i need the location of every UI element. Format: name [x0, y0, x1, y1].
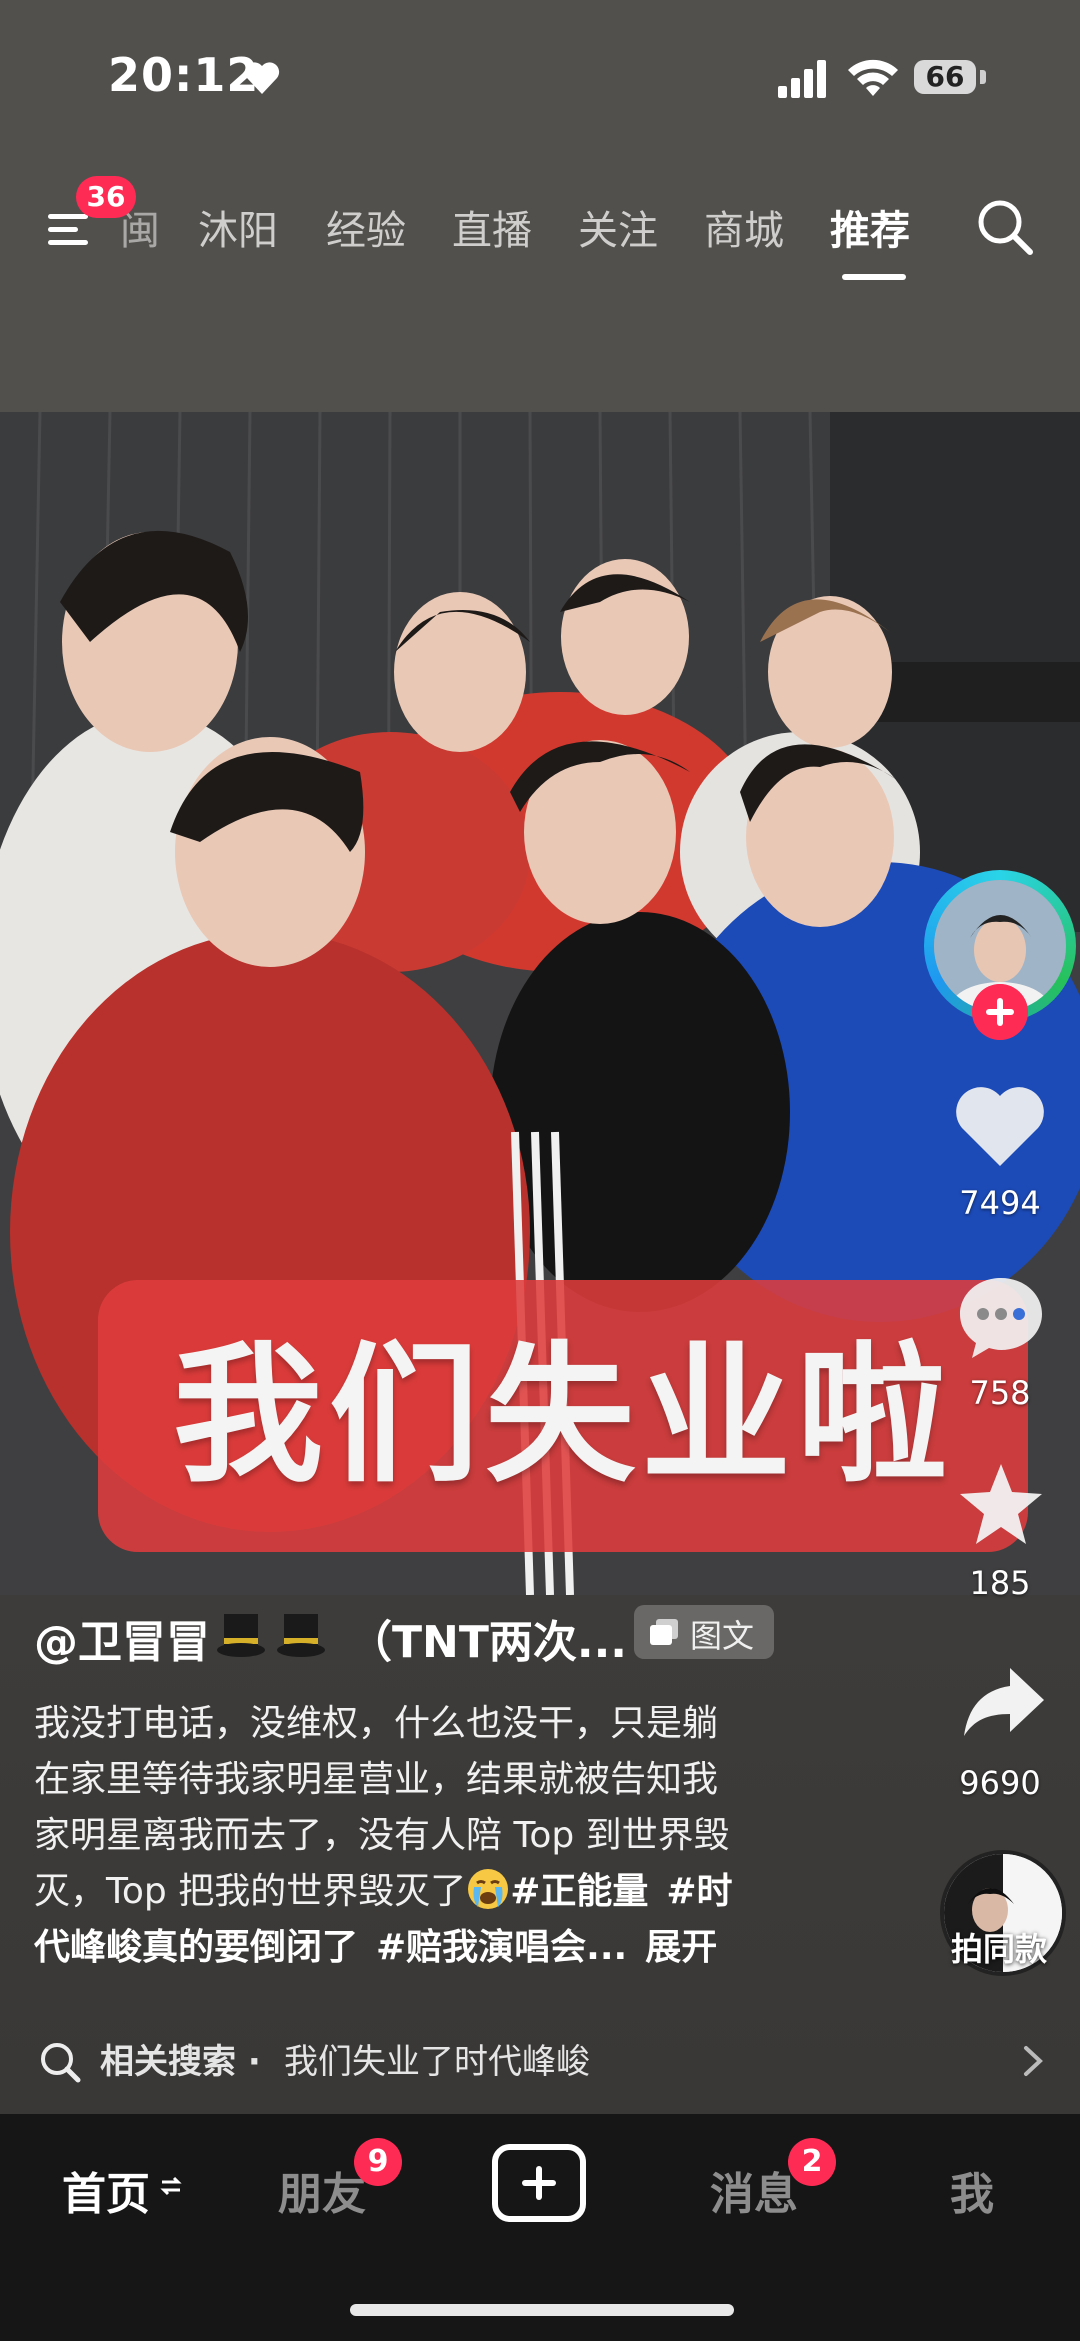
related-separator: · [247, 2042, 261, 2082]
related-search-query: 我们失业了时代峰峻 [284, 2042, 590, 2082]
gallery-icon [650, 1619, 678, 1645]
tab-recommended[interactable]: 推荐 [830, 198, 910, 256]
heart-icon [244, 62, 280, 94]
tab-following[interactable]: 关注 [578, 198, 658, 256]
description-line-5: 代峰峻真的要倒闭了 #赔我演唱会... 展开 [34, 1920, 834, 1976]
overlay-banner: 我们失业啦 [98, 1280, 1028, 1552]
post-photo[interactable]: 我们失业啦 [0, 412, 1080, 1595]
description-text: 灭，Top 把我的世界毁灭了 [34, 1871, 467, 1912]
swap-arrows-icon[interactable] [160, 2174, 182, 2198]
tab-muyang[interactable]: 沐阳 [198, 198, 278, 256]
battery-tip [980, 70, 986, 84]
cellular-signal-icon [778, 60, 826, 98]
search-icon [41, 2043, 81, 2083]
related-search-label: 相关搜索 · [100, 2034, 261, 2083]
search-icon[interactable] [974, 196, 1036, 258]
description-line: 家明星离我而去了，没有人陪 Top 到世界毁 [34, 1815, 730, 1856]
favorite-count: 185 [969, 1564, 1031, 1602]
tab-experience[interactable]: 经验 [326, 198, 406, 256]
battery-indicator: 66 [914, 60, 976, 94]
like-count: 7494 [959, 1184, 1041, 1222]
make-same-label[interactable]: 拍同款 [940, 1924, 1058, 1970]
status-bar: 20:12 66 [0, 40, 1080, 120]
image-text-badge: 图文 [634, 1605, 774, 1659]
menu-badge: 36 [76, 176, 136, 218]
description-line-4: 灭，Top 把我的世界毁灭了 #正能量 #时 [34, 1864, 834, 1920]
hashtag-concert[interactable]: #赔我演唱会... [376, 1927, 627, 1968]
friends-badge: 9 [354, 2138, 402, 2186]
image-text-label: 图文 [690, 1617, 755, 1655]
create-post-button[interactable] [492, 2144, 586, 2222]
like-heart-icon[interactable] [952, 1082, 1048, 1170]
share-count: 9690 [959, 1764, 1041, 1802]
status-time: 20:12 [108, 48, 260, 102]
tab-mall[interactable]: 商城 [704, 198, 784, 256]
crying-emoji-icon [468, 1869, 509, 1909]
messages-badge: 2 [788, 2138, 836, 2186]
nav-home[interactable]: 首页 [62, 2158, 150, 2222]
description-line: 我没打电话，没维权，什么也没干，只是躺 [34, 1703, 719, 1744]
chevron-right-icon [1024, 2046, 1043, 2076]
comment-count: 758 [969, 1374, 1031, 1412]
author-name-suffix[interactable]: （TNT两次... [348, 1606, 627, 1670]
menu-icon[interactable] [48, 210, 92, 250]
nav-me[interactable]: 我 [950, 2158, 994, 2222]
top-hat-emoji-icon [217, 1614, 325, 1657]
related-search-title: 相关搜索 [100, 2042, 236, 2082]
favorite-star-icon[interactable] [956, 1460, 1046, 1548]
author-name[interactable]: @卫冒冒 [34, 1606, 210, 1670]
post-description[interactable]: 我没打电话，没维权，什么也没干，只是躺 在家里等待我家明星营业，结果就被告知我 … [34, 1696, 834, 1976]
overlay-text: 我们失业啦 [172, 1329, 953, 1503]
hashtag-tfboys-end[interactable]: 代峰峻真的要倒闭了 [34, 1927, 358, 1968]
related-search[interactable]: 相关搜索 · 我们失业了时代峰峻 [0, 2024, 1080, 2094]
top-nav: 闽 36 沐阳 经验 直播 关注 商城 推荐 [0, 176, 1080, 280]
tab-live[interactable]: 直播 [452, 198, 532, 256]
description-line: 在家里等待我家明星营业，结果就被告知我 [34, 1759, 719, 1800]
share-arrow-icon[interactable] [960, 1664, 1046, 1738]
home-indicator [350, 2304, 734, 2316]
nav-messages[interactable]: 消息 [710, 2158, 798, 2222]
comment-icon[interactable] [956, 1274, 1046, 1360]
nav-friends[interactable]: 朋友 [278, 2158, 366, 2222]
active-tab-indicator [842, 274, 906, 280]
hashtag-tfboys-start[interactable]: #时 [666, 1871, 732, 1912]
follow-plus-icon[interactable] [972, 984, 1028, 1040]
wifi-icon [848, 59, 898, 96]
expand-link[interactable]: 展开 [645, 1927, 717, 1968]
hashtag-positive-energy[interactable]: #正能量 [510, 1871, 648, 1912]
